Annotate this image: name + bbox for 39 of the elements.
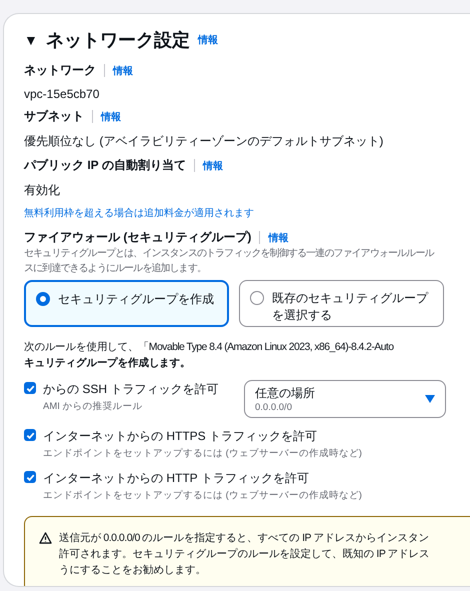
warning-text: 送信元が 0.0.0.0/0 のルールを指定すると、すべての IP アドレスからインスタン [59,531,430,546]
rule-hint: エンドポイントをセットアップするには (ウェブサーバーの作成時など) [43,489,362,502]
warning-icon [39,532,52,544]
description-text: スに到達できるようにルールを追加します。 [24,262,208,276]
radio-icon [250,291,264,305]
description-text: セキュリティグループとは、インスタンスのトラフィックを制御する一連のファイアウォールルール [24,246,436,261]
field-value: 有効化 [24,182,61,199]
collapse-toggle[interactable]: ▼ [24,32,38,48]
rule-label: インターネットからの HTTPS トラフィックを許可 [43,428,318,445]
pricing-note: 無料利用枠を超える場合は追加料金が適用されます [24,206,255,220]
field-label: サブネット [24,108,84,125]
warning-text: 許可されます。セキュリティグループのルールを設定して、既知の IP アドレス [59,547,430,562]
field-label: ファイアウォール (セキュリティグループ) [24,229,252,246]
checkbox[interactable] [24,429,36,441]
section-title: ネットワーク設定 [46,29,190,52]
field-value: 優先順位なし (アベイラビリティーゾーンのデフォルトサブネット) [24,133,384,150]
warning-text: うにすることをお勧めします。 [59,563,207,578]
rule-hint: AMI からの推奨ルール [43,400,144,413]
radio-option[interactable]: セキュリティグループを作成 [24,280,229,327]
info-link[interactable]: 情報 [202,158,223,172]
rule-description: キュリティグループを作成します。 [24,356,192,371]
rule-description: 次のルールを使用して、「Movable Type 8.4 (Amazon Linux 2023, x86_64)-8.4.2-Auto [24,340,395,355]
field-value: vpc-15e5cb70 [24,87,100,101]
field-label: パブリック IP の自動割り当て [24,157,186,174]
source-dropdown[interactable]: 任意の場所 0.0.0.0/0 [244,380,446,418]
checkbox[interactable] [24,382,36,394]
caret-icon [425,395,435,403]
rule-hint: エンドポイントをセットアップするには (ウェブサーバーの作成時など) [43,447,362,460]
info-link[interactable]: 情報 [268,230,288,244]
info-link[interactable]: 情報 [198,33,218,47]
radio-icon [36,292,50,306]
field-label: ネットワーク [24,62,96,79]
checkbox[interactable] [24,471,36,483]
info-link[interactable]: 情報 [113,64,133,78]
info-link[interactable]: 情報 [101,110,121,124]
rule-label: インターネットからの HTTP トラフィックを許可 [43,470,310,487]
pricing-link[interactable]: 追加料金が適用されます [144,208,254,219]
radio-option[interactable]: 既存のセキュリティグループを選択する [239,280,444,327]
rule-label: からの SSH トラフィックを許可 [43,381,218,398]
